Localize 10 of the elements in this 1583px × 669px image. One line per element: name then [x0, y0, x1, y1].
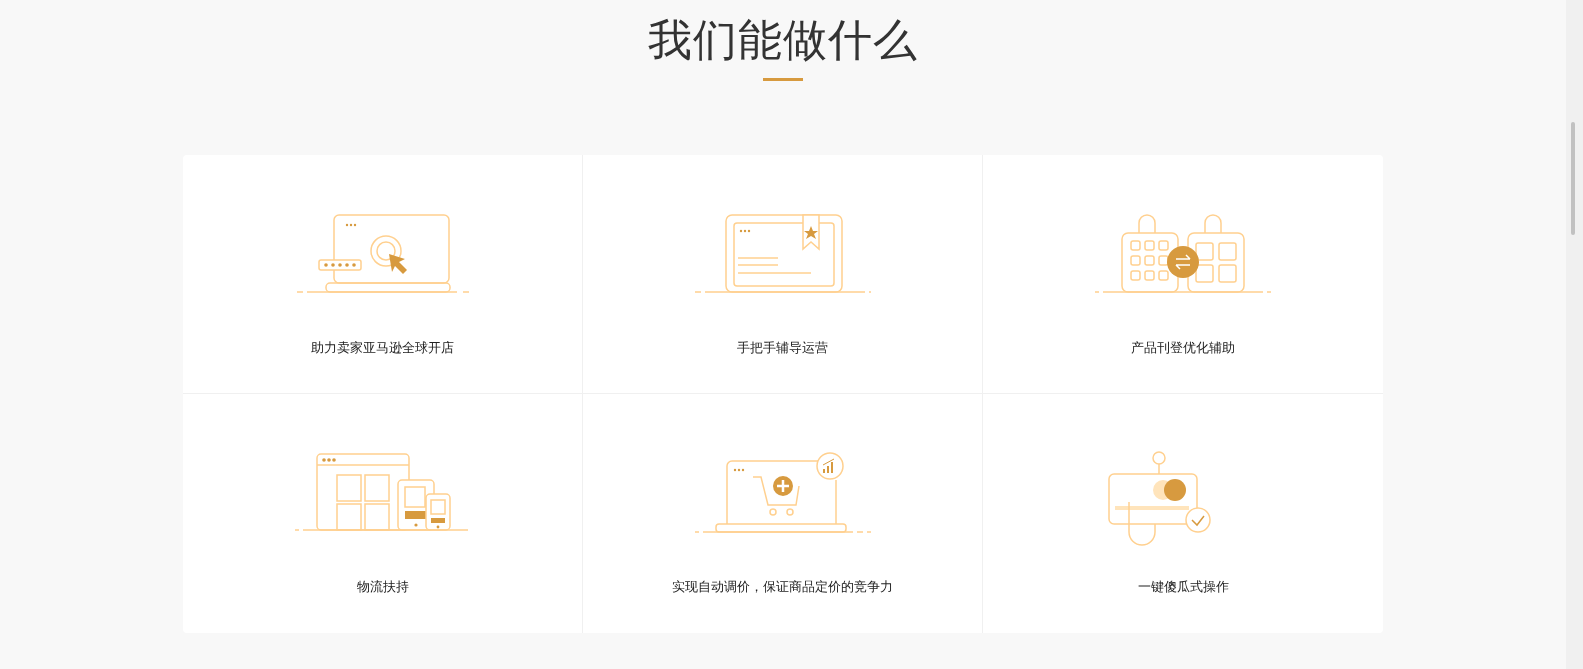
feature-label: 一键傻瓜式操作	[1137, 578, 1229, 596]
feature-label: 产品刊登优化辅助	[1131, 339, 1235, 357]
feature-label: 手把手辅导运营	[737, 339, 828, 357]
feature-label: 物流扶持	[356, 578, 409, 596]
scrollbar[interactable]	[1566, 0, 1583, 669]
scrollbar-thumb[interactable]	[1571, 122, 1575, 235]
title-underline	[763, 78, 803, 81]
section-title: 我们能做什么	[648, 13, 918, 67]
feature-label: 实现自动调价，保证商品定价的竞争力	[672, 578, 893, 596]
feature-label: 助力卖家亚马逊全球开店	[311, 339, 454, 357]
